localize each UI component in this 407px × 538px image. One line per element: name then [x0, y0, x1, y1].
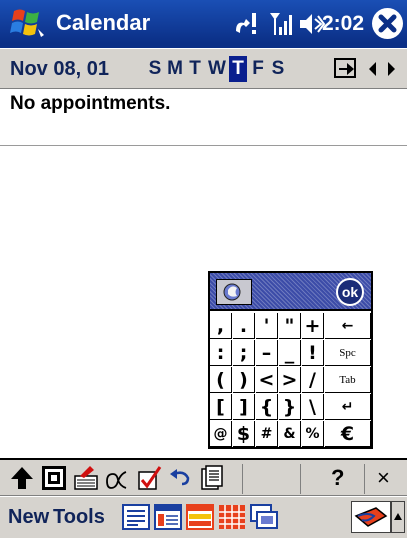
enter-key[interactable]: ↵ — [325, 394, 371, 420]
symbol-key[interactable]: / — [302, 367, 324, 393]
symbol-key[interactable]: " — [279, 313, 301, 339]
no-appointments-message: No appointments. — [10, 93, 171, 114]
symbol-key[interactable]: ( — [210, 367, 232, 393]
input-method-icon[interactable] — [351, 501, 391, 533]
app-title: Calendar — [56, 10, 151, 35]
shift-up-icon[interactable] — [8, 464, 36, 492]
symbol-key[interactable]: > — [279, 367, 301, 393]
alternates-icon[interactable] — [104, 464, 132, 492]
agenda-view-icon[interactable] — [122, 504, 150, 530]
tab-key[interactable]: Tab — [325, 367, 371, 393]
current-date[interactable]: Nov 08, 01 — [10, 58, 109, 80]
symbol-keyboard-panel: ok , . ' " + ← : ; – _ ! Spc ( ) < > / T… — [208, 271, 373, 449]
space-key[interactable]: Spc — [325, 340, 371, 366]
arrow-left-icon[interactable] — [366, 59, 380, 79]
symbol-key[interactable]: < — [256, 367, 278, 393]
close-icon[interactable] — [372, 8, 403, 39]
symbol-key[interactable]: ) — [233, 367, 255, 393]
connectivity-icon[interactable] — [232, 9, 262, 39]
symbol-key[interactable]: . — [233, 313, 255, 339]
symbol-key[interactable]: # — [256, 421, 278, 447]
checkbox-icon[interactable] — [136, 464, 164, 492]
symbol-key[interactable]: : — [210, 340, 232, 366]
symbol-key[interactable]: [ — [210, 394, 232, 420]
backspace-key[interactable]: ← — [325, 313, 371, 339]
goto-today-icon[interactable] — [334, 58, 358, 80]
divider — [0, 145, 407, 146]
week-view-icon[interactable] — [186, 504, 214, 530]
chevron-up-icon[interactable] — [391, 501, 405, 533]
weekday-friday[interactable]: F — [249, 56, 267, 82]
weekday-sunday[interactable]: S — [146, 56, 164, 82]
symbol-key[interactable]: @ — [210, 421, 232, 447]
weekday-saturday[interactable]: S — [269, 56, 287, 82]
symbol-panel-header: ok — [210, 273, 371, 311]
symbol-key[interactable]: \ — [302, 394, 324, 420]
weekday-tuesday[interactable]: T — [186, 56, 204, 82]
symbol-key-grid: , . ' " + ← : ; – _ ! Spc ( ) < > / Tab … — [210, 313, 371, 447]
arrow-right-icon[interactable] — [384, 59, 398, 79]
symbol-key[interactable]: – — [256, 340, 278, 366]
symbol-key[interactable]: { — [256, 394, 278, 420]
input-panel-icon[interactable] — [216, 279, 252, 305]
ink-toolbar: ? × — [0, 458, 407, 496]
weekday-wednesday[interactable]: W — [206, 56, 228, 82]
toolbar-separator — [242, 464, 243, 494]
date-navigation-bar: Nov 08, 01 S M T W T F S — [0, 49, 407, 89]
year-view-icon[interactable] — [250, 504, 278, 530]
weekday-monday[interactable]: M — [166, 56, 184, 82]
menu-tools[interactable]: Tools — [53, 506, 105, 528]
title-bar: Calendar 2:02 — [0, 0, 407, 48]
symbol-key[interactable]: _ — [279, 340, 301, 366]
ok-button[interactable]: ok — [336, 278, 364, 306]
weekday-thursday-selected[interactable]: T — [229, 56, 247, 82]
menu-new[interactable]: New — [8, 506, 49, 528]
clock[interactable]: 2:02 — [322, 12, 364, 36]
euro-key[interactable]: € — [325, 421, 371, 447]
help-button[interactable]: ? — [331, 465, 344, 491]
symbol-key[interactable]: ' — [256, 313, 278, 339]
toolbar-separator — [364, 464, 365, 494]
undo-icon[interactable] — [166, 464, 194, 492]
keyboard-mode-icon[interactable] — [40, 464, 68, 492]
close-input-button[interactable]: × — [377, 465, 390, 491]
toolbar-separator — [300, 464, 301, 494]
symbol-key[interactable]: ; — [233, 340, 255, 366]
symbol-key[interactable]: $ — [233, 421, 255, 447]
symbol-key[interactable]: % — [302, 421, 324, 447]
recognize-icon[interactable] — [72, 464, 100, 492]
signal-icon[interactable] — [268, 9, 294, 39]
symbol-key[interactable]: , — [210, 313, 232, 339]
day-view-icon[interactable] — [154, 504, 182, 530]
symbol-key[interactable]: } — [279, 394, 301, 420]
menu-bar: New Tools — [0, 497, 407, 538]
symbol-key[interactable]: ! — [302, 340, 324, 366]
symbol-key[interactable]: ] — [233, 394, 255, 420]
symbol-key[interactable]: + — [302, 313, 324, 339]
symbol-key[interactable]: & — [279, 421, 301, 447]
month-view-icon[interactable] — [218, 504, 246, 530]
properties-icon[interactable] — [198, 464, 226, 492]
windows-start-icon[interactable] — [8, 7, 48, 41]
